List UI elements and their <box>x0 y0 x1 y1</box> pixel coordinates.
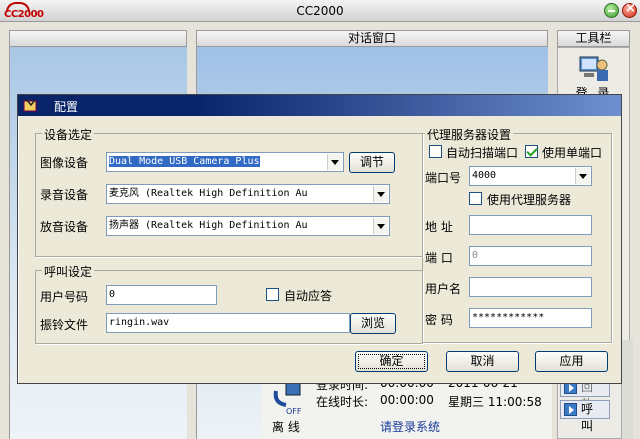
chat-window-header: 对话窗口 <box>196 30 548 47</box>
chevron-down-icon[interactable] <box>373 218 388 234</box>
user-number-input[interactable]: 0 <box>106 285 217 305</box>
cancel-button[interactable]: 取消 <box>446 351 519 372</box>
port-number-select[interactable]: 4000 <box>469 166 592 186</box>
proxy-address-label: 地 址 <box>425 220 453 234</box>
proxy-address-input[interactable] <box>469 215 592 235</box>
proxy-port-input[interactable]: 0 <box>469 246 592 266</box>
chevron-down-icon[interactable] <box>575 168 590 184</box>
chevron-down-icon[interactable] <box>373 186 388 202</box>
minimize-button[interactable] <box>604 3 619 18</box>
close-button[interactable] <box>622 1 637 18</box>
browse-button[interactable]: 浏览 <box>350 313 396 334</box>
call-button[interactable]: 呼叫 <box>560 400 610 433</box>
password-label: 密 码 <box>425 313 453 327</box>
proxy-settings-group: 代理服务器设置 自动扫描端口 使用单端口 端口号 4000 使用代理服务器 地 … <box>422 126 612 343</box>
single-port-checkbox[interactable] <box>525 145 538 158</box>
record-device-label: 录音设备 <box>40 188 89 202</box>
adjust-button[interactable]: 调节 <box>349 152 395 173</box>
play-device-label: 放音设备 <box>40 220 89 234</box>
auto-answer-label: 自动应答 <box>284 289 333 303</box>
login-prompt-link[interactable]: 请登录系统 <box>380 418 440 435</box>
left-panel-header <box>9 30 187 47</box>
use-proxy-checkbox[interactable] <box>469 192 482 205</box>
play-icon <box>564 403 577 416</box>
auto-scan-port-label: 自动扫描端口 <box>446 146 519 160</box>
apply-button[interactable]: 应用 <box>535 351 608 372</box>
auto-answer-checkbox[interactable] <box>266 288 279 301</box>
ok-button[interactable]: 确定 <box>355 351 428 372</box>
online-duration-value: 00:00:00 <box>380 393 434 407</box>
dialog-title: 配置 <box>54 100 79 114</box>
device-group-title: 设备选定 <box>42 126 95 143</box>
image-device-label: 图像设备 <box>40 156 89 170</box>
image-device-select[interactable]: Dual Mode USB Camera Plus <box>106 152 344 172</box>
svg-text:OFF: OFF <box>286 407 302 415</box>
play-device-select[interactable]: 扬声器 (Realtek High Definition Au <box>106 216 390 236</box>
single-port-label: 使用单端口 <box>542 146 603 160</box>
window-title: CC2000 <box>296 4 344 18</box>
password-input[interactable]: ************ <box>469 308 592 328</box>
chevron-down-icon[interactable] <box>327 154 342 170</box>
title-bar: CC2000 CC2000 <box>0 0 640 22</box>
record-device-select[interactable]: 麦克风 (Realtek High Definition Au <box>106 184 390 204</box>
ring-file-input[interactable]: ringin.wav <box>106 313 350 333</box>
ring-file-label: 振铃文件 <box>40 318 89 332</box>
login-icon[interactable] <box>578 53 610 83</box>
device-selection-group: 设备选定 图像设备 Dual Mode USB Camera Plus 调节 录… <box>35 126 423 257</box>
offline-status-text: 离 线 <box>272 420 300 434</box>
user-number-label: 用户号码 <box>40 290 89 304</box>
toolbar-header: 工具栏 <box>557 30 630 47</box>
username-input[interactable] <box>469 277 592 297</box>
proxy-port-label: 端 口 <box>425 251 453 265</box>
call-settings-group: 呼叫设定 用户号码 0 自动应答 振铃文件 ringin.wav 浏览 <box>35 263 423 344</box>
dialog-title-bar: 配置 <box>18 95 621 116</box>
config-dialog: 配置 设备选定 图像设备 Dual Mode USB Camera Plus 调… <box>17 94 622 384</box>
offline-status-icon: OFF <box>273 382 302 415</box>
port-number-label: 端口号 <box>425 171 462 185</box>
username-label: 用户名 <box>425 282 462 296</box>
online-duration-label: 在线时长: <box>316 395 369 409</box>
current-datetime-value: 星期三 11:00:58 <box>448 395 542 409</box>
call-group-title: 呼叫设定 <box>42 263 95 280</box>
auto-scan-port-checkbox[interactable] <box>429 145 442 158</box>
vertical-scrollbar[interactable] <box>621 340 633 439</box>
proxy-group-title: 代理服务器设置 <box>425 126 514 143</box>
settings-icon <box>23 98 37 112</box>
use-proxy-label: 使用代理服务器 <box>487 193 572 207</box>
